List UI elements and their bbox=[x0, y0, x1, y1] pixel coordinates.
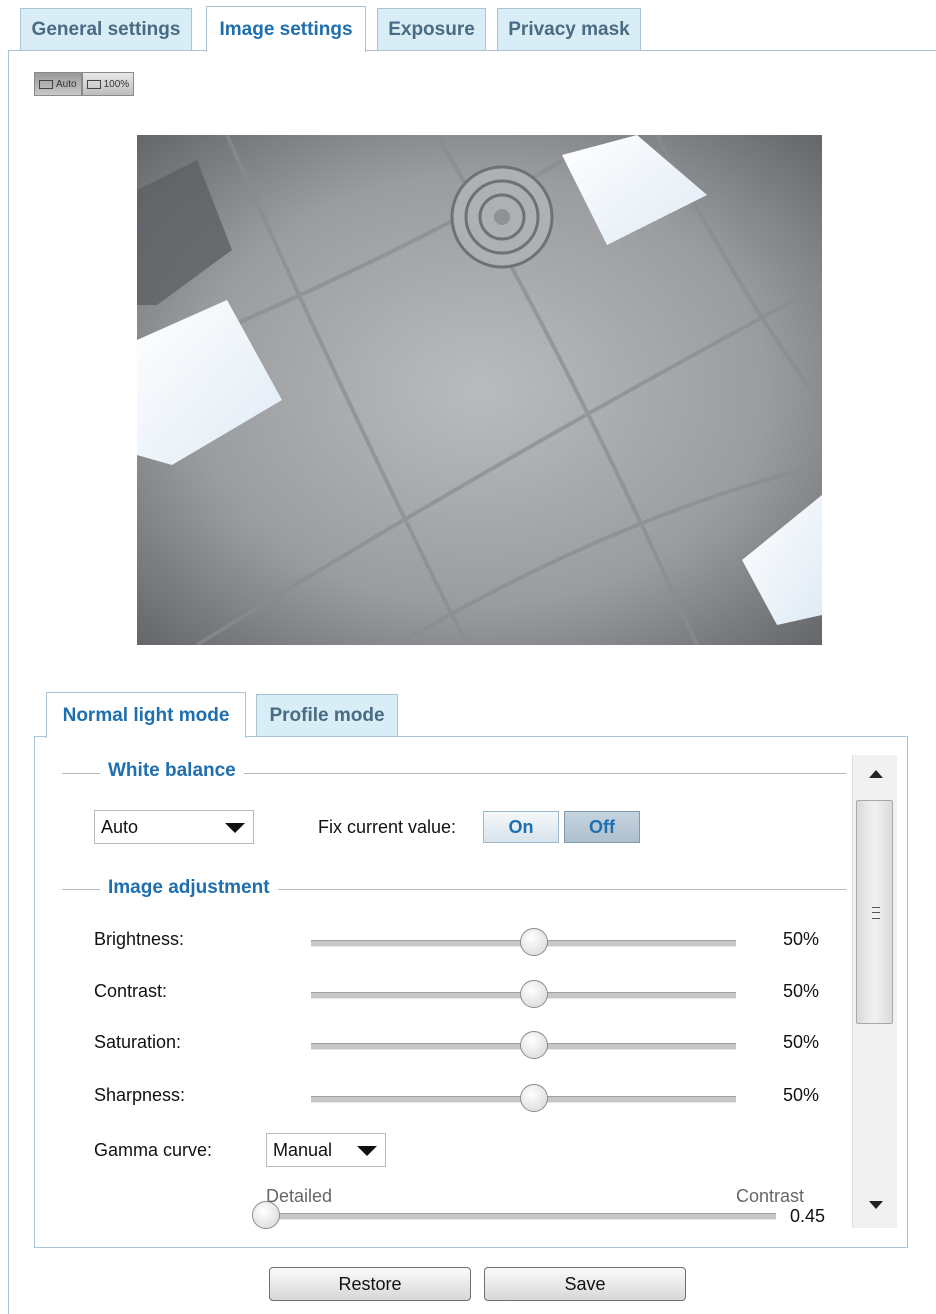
view-100-icon bbox=[86, 79, 101, 89]
save-label: Save bbox=[564, 1273, 606, 1294]
slider-thumb[interactable] bbox=[519, 1031, 548, 1059]
tab-label: General settings bbox=[31, 18, 181, 40]
view-100-label: 100% bbox=[103, 78, 130, 90]
fix-current-value-label: Fix current value: bbox=[318, 817, 457, 837]
tab-image-settings[interactable]: Image settings bbox=[206, 6, 366, 52]
white-balance-select[interactable]: Auto bbox=[94, 810, 254, 844]
slider-thumb[interactable] bbox=[519, 1084, 548, 1112]
scroll-up-icon[interactable] bbox=[869, 770, 883, 778]
grip-icon bbox=[872, 907, 880, 919]
image-adjustment-title: Image adjustment bbox=[100, 877, 278, 899]
slider-value: 50% bbox=[783, 1032, 820, 1052]
panel-scrollbar[interactable] bbox=[852, 755, 897, 1228]
white-balance-value: Auto bbox=[101, 816, 139, 837]
tab-label: Exposure bbox=[388, 18, 475, 40]
slider-label: Contrast: bbox=[94, 981, 168, 1001]
view-100-button[interactable]: 100% bbox=[81, 72, 135, 96]
chevron-down-icon bbox=[225, 823, 245, 833]
scroll-thumb[interactable] bbox=[856, 800, 893, 1024]
fix-value-off-button[interactable]: Off bbox=[564, 811, 640, 843]
white-balance-title: White balance bbox=[100, 760, 244, 782]
ceiling-image bbox=[137, 135, 822, 645]
slider-thumb[interactable] bbox=[519, 928, 548, 956]
gamma-slider-thumb[interactable] bbox=[252, 1201, 280, 1229]
tab-content-border bbox=[8, 50, 936, 51]
slider-thumb[interactable] bbox=[519, 980, 548, 1008]
slider-value: 50% bbox=[783, 1085, 820, 1105]
tab-label: Image settings bbox=[219, 18, 353, 40]
tab-content-border-left bbox=[8, 50, 9, 1314]
tab-general-settings[interactable]: General settings bbox=[20, 8, 192, 50]
gamma-slider-track[interactable] bbox=[264, 1213, 776, 1220]
save-button[interactable]: Save bbox=[484, 1267, 686, 1301]
restore-label: Restore bbox=[338, 1273, 402, 1294]
tab-privacy-mask[interactable]: Privacy mask bbox=[497, 8, 641, 50]
tab-label: Profile mode bbox=[269, 704, 385, 726]
view-auto-button[interactable]: Auto bbox=[34, 72, 82, 96]
slider-value: 50% bbox=[783, 981, 820, 1001]
tab-profile-mode[interactable]: Profile mode bbox=[256, 694, 398, 736]
tab-label: Privacy mask bbox=[508, 18, 630, 40]
slider-label: Sharpness: bbox=[94, 1085, 186, 1105]
scroll-down-icon[interactable] bbox=[869, 1201, 883, 1209]
fix-value-on-button[interactable]: On bbox=[483, 811, 559, 843]
off-label: Off bbox=[589, 816, 615, 837]
gamma-detailed-label: Detailed bbox=[266, 1186, 333, 1206]
tab-normal-light-mode[interactable]: Normal light mode bbox=[46, 692, 246, 738]
slider-label: Brightness: bbox=[94, 929, 185, 949]
gamma-contrast-label: Contrast bbox=[736, 1186, 805, 1206]
chevron-down-icon bbox=[357, 1146, 377, 1156]
view-auto-label: Auto bbox=[56, 78, 77, 90]
gamma-curve-label: Gamma curve: bbox=[94, 1140, 213, 1160]
gamma-curve-value: Manual bbox=[273, 1139, 333, 1160]
tab-exposure[interactable]: Exposure bbox=[377, 8, 486, 50]
slider-value: 50% bbox=[783, 929, 820, 949]
slider-label: Saturation: bbox=[94, 1032, 182, 1052]
on-label: On bbox=[508, 816, 534, 837]
restore-button[interactable]: Restore bbox=[269, 1267, 471, 1301]
view-auto-icon bbox=[39, 79, 53, 89]
view-size-buttons: Auto 100% bbox=[34, 72, 135, 96]
camera-live-view bbox=[137, 135, 822, 645]
gamma-value: 0.45 bbox=[790, 1206, 826, 1226]
gamma-curve-select[interactable]: Manual bbox=[266, 1133, 386, 1167]
tab-label: Normal light mode bbox=[62, 704, 230, 726]
